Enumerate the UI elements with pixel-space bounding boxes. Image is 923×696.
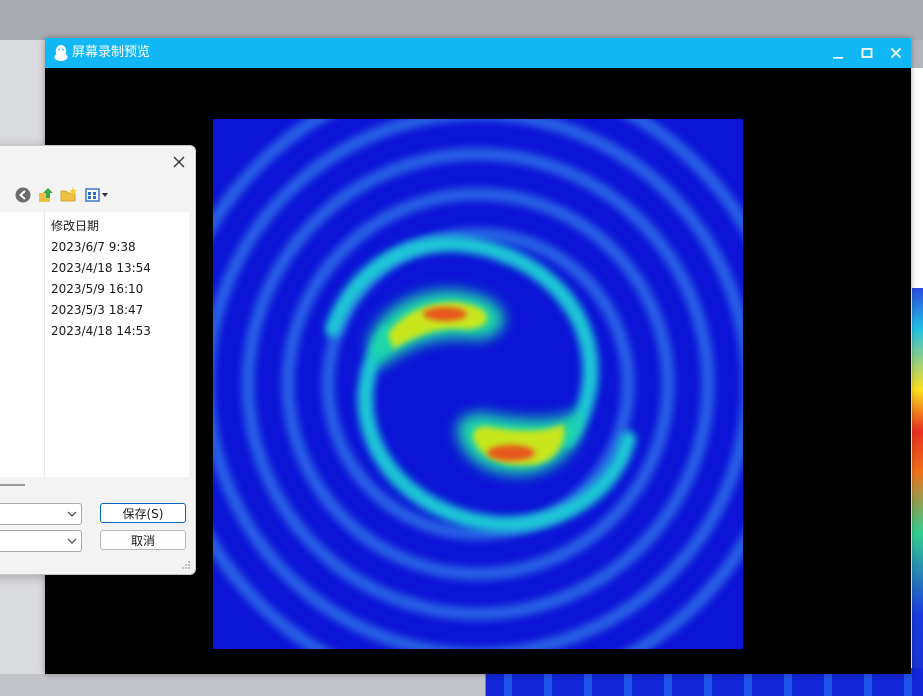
back-icon[interactable] [14,186,32,204]
file-type-combobox[interactable] [0,530,82,552]
view-menu-icon[interactable] [85,186,109,204]
new-folder-icon[interactable] [60,186,78,204]
dialog-close-icon[interactable] [171,154,187,170]
horizontal-scrollbar[interactable] [0,484,25,486]
preview-titlebar[interactable]: 屏幕录制预览 [45,38,911,68]
desktop-background [0,0,923,40]
filename-combobox[interactable] [0,503,82,525]
penguin-icon [54,45,68,61]
file-row-date[interactable]: 2023/4/18 14:53 [51,324,151,338]
close-button[interactable] [882,38,911,68]
file-row-date[interactable]: 2023/4/18 13:54 [51,261,151,275]
maximize-icon [861,48,873,58]
maximize-button[interactable] [853,38,882,68]
close-icon [890,47,902,59]
spiral-heatmap-image [213,119,743,649]
save-button[interactable]: 保存(S) [100,503,186,523]
resize-grip-icon[interactable] [181,560,191,570]
background-heatmap-edge [912,288,923,696]
blob-upper-peak [423,307,467,321]
minimize-button[interactable] [824,38,853,68]
column-divider[interactable] [44,212,45,477]
blob-lower-peak [487,445,535,461]
preview-title: 屏幕录制预览 [72,45,151,60]
save-file-dialog[interactable]: 修改日期 2023/6/7 9:38 2023/4/18 13:54 2023/… [0,145,196,575]
file-row-date[interactable]: 2023/5/3 18:47 [51,303,143,317]
chevron-down-icon [67,538,77,544]
minimize-icon [833,57,843,59]
cancel-button[interactable]: 取消 [100,530,186,550]
file-row-date[interactable]: 2023/5/9 16:10 [51,282,143,296]
file-list[interactable]: 修改日期 2023/6/7 9:38 2023/4/18 13:54 2023/… [0,212,189,477]
column-header-modified-date[interactable]: 修改日期 [51,217,99,234]
chevron-down-icon [67,511,77,517]
file-row-date[interactable]: 2023/6/7 9:38 [51,240,136,254]
up-folder-icon[interactable] [37,186,55,204]
